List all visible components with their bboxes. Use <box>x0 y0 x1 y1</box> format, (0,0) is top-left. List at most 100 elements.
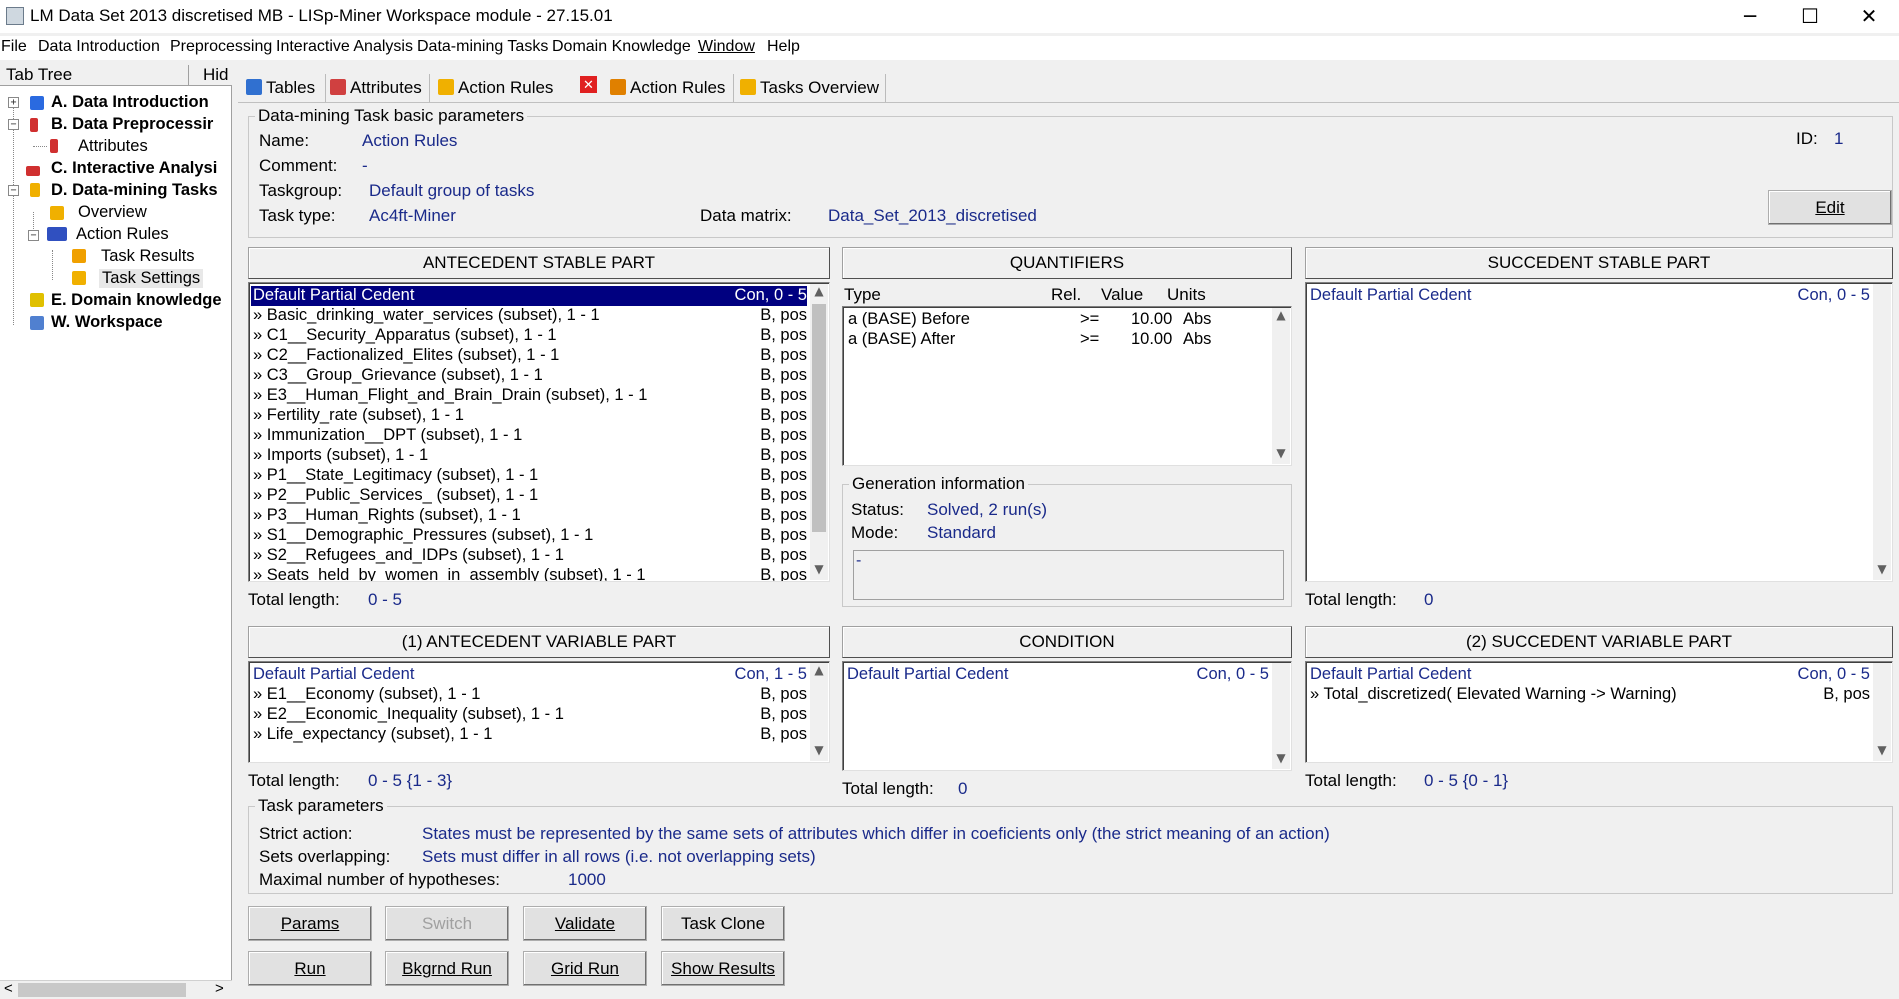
task-results-icon <box>72 249 86 263</box>
list-item[interactable]: » E3__Human_Flight_and_Brain_Drain (subs… <box>253 386 807 406</box>
list-item[interactable]: » E2__Economic_Inequality (subset), 1 - … <box>253 705 807 725</box>
succedent-stable-list[interactable]: Default Partial Cedent Con, 0 - 5 ▼ <box>1305 282 1893 582</box>
menu-data-mining-tasks[interactable]: Data-mining Tasks <box>417 38 548 56</box>
scroll-thumb[interactable] <box>18 983 186 997</box>
collapse-icon[interactable]: − <box>8 119 19 130</box>
tree-node-data-mining-tasks[interactable]: D. Data-mining Tasks <box>51 181 218 200</box>
taskgroup-label: Taskgroup: <box>259 181 343 200</box>
total-length-label: Total length: <box>248 590 340 609</box>
tree-node-data-preprocessing[interactable]: B. Data Preprocessir <box>51 115 213 134</box>
scroll-down-arrow[interactable]: ▼ <box>1873 562 1891 580</box>
background-run-button[interactable]: Bkgrnd Run <box>385 951 509 986</box>
succedent-variable-list[interactable]: Default Partial Cedent Con, 0 - 5 » Total… <box>1305 661 1893 763</box>
grid-run-button[interactable]: Grid Run <box>523 951 647 986</box>
expand-icon[interactable]: + <box>8 97 19 108</box>
collapse-icon[interactable]: − <box>8 185 19 196</box>
hide-tree-button[interactable]: Hid <box>188 65 232 85</box>
tree-node-attributes[interactable]: Attributes <box>78 137 148 156</box>
vertical-scrollbar[interactable]: ▼ <box>1873 663 1891 761</box>
list-item[interactable]: » C3__Group_Grievance (subset), 1 - 1 B, … <box>253 366 807 386</box>
task-clone-button[interactable]: Task Clone <box>661 906 785 941</box>
list-item[interactable]: Default Partial Cedent Con, 0 - 5 <box>251 286 807 306</box>
menu-data-introduction[interactable]: Data Introduction <box>38 38 160 56</box>
minimize-button[interactable]: ─ <box>1720 0 1780 33</box>
vertical-scrollbar[interactable]: ▼ <box>1272 663 1290 769</box>
validate-button[interactable]: Validate <box>523 906 647 941</box>
attributes-tab-icon <box>330 79 346 95</box>
scroll-up-arrow[interactable]: ▲ <box>1272 308 1290 326</box>
scroll-down-arrow[interactable]: ▼ <box>810 562 828 580</box>
list-item[interactable]: » Seats_held_by_women_in_assembly (subse… <box>253 566 807 581</box>
scroll-up-arrow[interactable]: ▲ <box>810 284 828 302</box>
tab-action-rules-results[interactable]: Action Rules <box>610 74 734 102</box>
vertical-scrollbar[interactable]: ▲ ▼ <box>810 663 828 761</box>
antecedent-variable-list[interactable]: Default Partial Cedent Con, 1 - 5 » E1__E… <box>248 661 830 763</box>
vertical-scrollbar[interactable]: ▲ ▼ <box>810 284 828 580</box>
condition-list[interactable]: Default Partial Cedent Con, 0 - 5 ▼ <box>842 661 1292 771</box>
menu-domain-knowledge[interactable]: Domain Knowledge <box>552 38 691 56</box>
tree-node-task-results[interactable]: Task Results <box>101 247 195 266</box>
params-button[interactable]: Params <box>248 906 372 941</box>
list-item[interactable]: » P1__State_Legitimacy (subset), 1 - 1 B,… <box>253 466 807 486</box>
scroll-right-arrow[interactable]: > <box>215 980 224 997</box>
tree-node-action-rules[interactable]: Action Rules <box>76 225 169 244</box>
scroll-down-arrow[interactable]: ▼ <box>1272 446 1290 464</box>
data-matrix-label: Data matrix: <box>700 206 792 225</box>
list-item[interactable]: » S2__Refugees_and_IDPs (subset), 1 - 1B… <box>253 546 807 566</box>
list-item[interactable]: » C2__Factionalized_Elites (subset), 1 -… <box>253 346 807 366</box>
menu-preprocessing[interactable]: Preprocessing <box>170 38 272 56</box>
scroll-down-arrow[interactable]: ▼ <box>1272 751 1290 769</box>
list-item[interactable]: Default Partial Cedent Con, 0 - 5 <box>847 665 1269 685</box>
list-item[interactable]: » Fertility_rate (subset), 1 - 1 B, pos <box>253 406 807 426</box>
tasktype-label: Task type: <box>259 206 336 225</box>
close-button[interactable]: ✕ <box>1839 0 1899 33</box>
antecedent-stable-list[interactable]: Default Partial Cedent Con, 0 - 5 » Basic… <box>248 282 830 582</box>
tab-tables[interactable]: Tables <box>246 74 326 102</box>
maximize-button[interactable]: ☐ <box>1780 0 1840 33</box>
list-item[interactable]: » S1__Demographic_Pressures (subset), 1 … <box>253 526 807 546</box>
tree-node-data-introduction[interactable]: A. Data Introduction <box>51 93 209 112</box>
tree-node-domain-knowledge[interactable]: E. Domain knowledge <box>51 291 222 310</box>
tree-node-interactive-analysis[interactable]: C. Interactive Analysi <box>51 159 217 178</box>
list-item[interactable]: Default Partial Cedent Con, 1 - 5 <box>253 665 807 685</box>
scroll-left-arrow[interactable]: < <box>4 980 13 997</box>
table-row[interactable]: a (BASE) After >= 10.00 Abs <box>848 330 1291 350</box>
attributes-icon <box>50 139 58 153</box>
scroll-down-arrow[interactable]: ▼ <box>810 743 828 761</box>
tab-attributes[interactable]: Attributes <box>330 74 430 102</box>
quantifiers-list[interactable]: a (BASE) Before >= 10.00 Abs a (BASE) Af… <box>842 306 1292 466</box>
scroll-down-arrow[interactable]: ▼ <box>1873 743 1891 761</box>
run-button[interactable]: Run <box>248 951 372 986</box>
list-item[interactable]: » P3__Human_Rights (subset), 1 - 1 B, pos <box>253 506 807 526</box>
tree-node-task-settings[interactable]: Task Settings <box>99 269 204 288</box>
menu-file[interactable]: File <box>1 38 27 56</box>
edit-button[interactable]: Edit <box>1768 190 1892 225</box>
scroll-up-arrow[interactable]: ▲ <box>810 663 828 681</box>
vertical-scrollbar[interactable]: ▼ <box>1873 284 1891 580</box>
list-item[interactable]: » Immunization__DPT (subset), 1 - 1 B, po… <box>253 426 807 446</box>
list-item[interactable]: » C1__Security_Apparatus (subset), 1 - 1… <box>253 326 807 346</box>
list-item[interactable]: » Basic_drinking_water_services (subset)… <box>253 306 807 326</box>
list-item[interactable]: » Imports (subset), 1 - 1 B, pos <box>253 446 807 466</box>
list-item[interactable]: » Total_discretized( Elevated Warning ->… <box>1310 685 1870 705</box>
close-tab-icon[interactable]: ✕ <box>580 76 597 93</box>
show-results-button[interactable]: Show Results <box>661 951 785 986</box>
menu-window[interactable]: Window <box>698 38 755 56</box>
list-item[interactable]: Default Partial Cedent Con, 0 - 5 <box>1310 665 1870 685</box>
list-item[interactable]: Default Partial Cedent Con, 0 - 5 <box>1310 286 1870 306</box>
table-row[interactable]: a (BASE) Before >= 10.00 Abs <box>848 310 1291 330</box>
scroll-thumb[interactable] <box>812 304 826 532</box>
collapse-icon[interactable]: − <box>28 230 39 241</box>
vertical-scrollbar[interactable]: ▲ ▼ <box>1272 308 1290 464</box>
tree-node-overview[interactable]: Overview <box>78 203 147 222</box>
tree-node-workspace[interactable]: W. Workspace <box>51 313 163 332</box>
menu-help[interactable]: Help <box>767 38 800 56</box>
tab-tasks-overview[interactable]: Tasks Overview <box>740 74 886 102</box>
task-comment: - <box>362 156 368 175</box>
list-item[interactable]: » Life_expectancy (subset), 1 - 1 B, pos <box>253 725 807 745</box>
tree-horizontal-scrollbar[interactable]: < > <box>0 980 232 999</box>
list-item[interactable]: » P2__Public_Services_ (subset), 1 - 1 B,… <box>253 486 807 506</box>
menu-interactive-analysis[interactable]: Interactive Analysis <box>276 38 413 56</box>
tab-action-rules-settings[interactable]: Action Rules <box>438 74 568 102</box>
list-item[interactable]: » E1__Economy (subset), 1 - 1 B, pos <box>253 685 807 705</box>
